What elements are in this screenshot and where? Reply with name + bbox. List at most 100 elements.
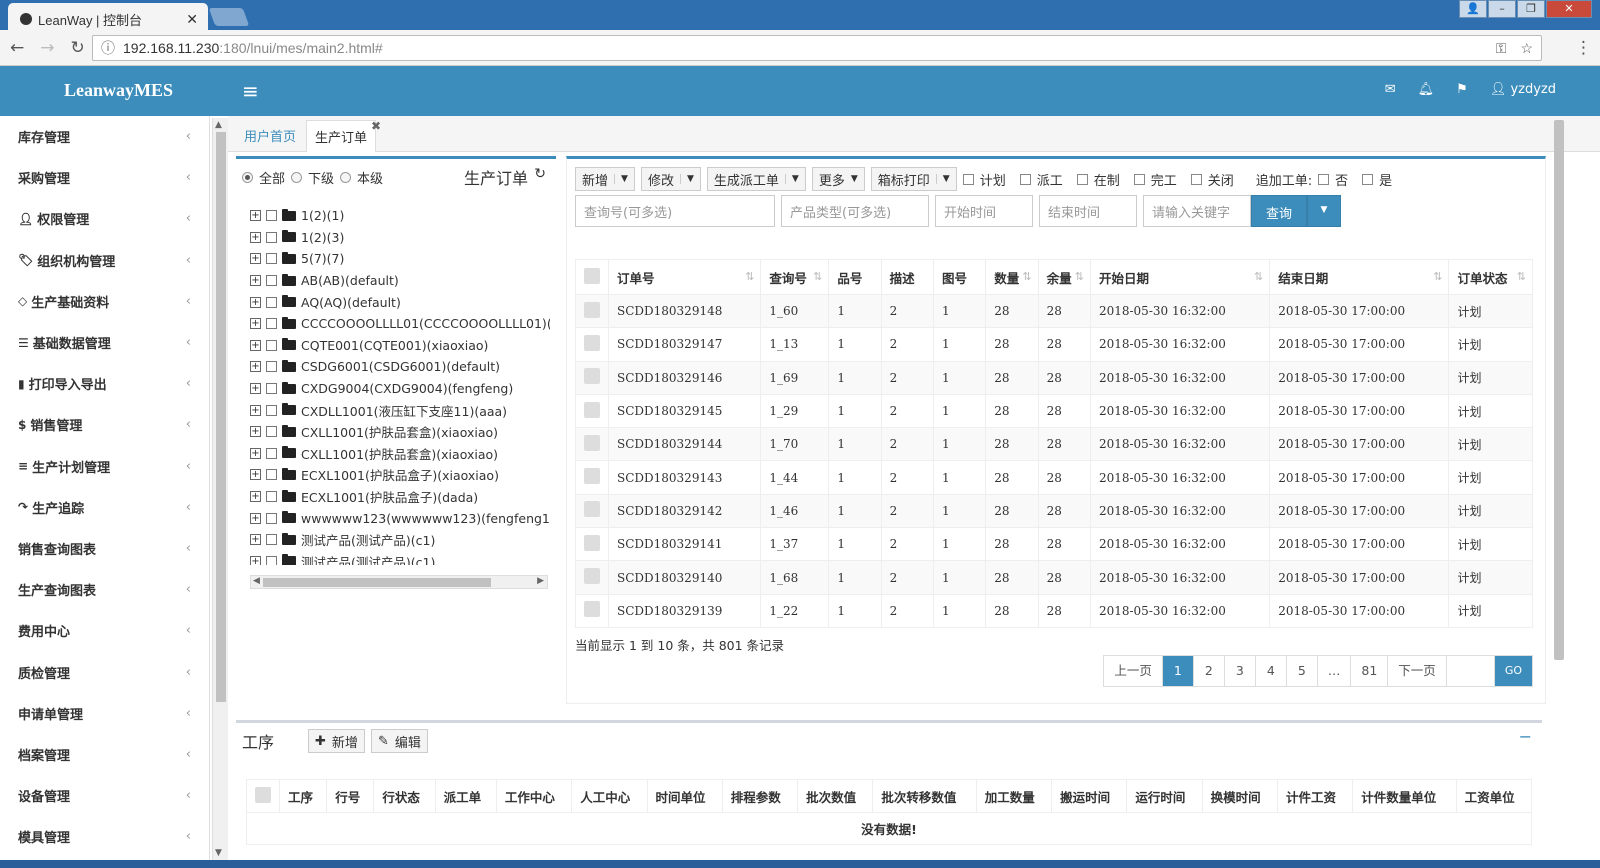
app-logo[interactable]: LeanwayMES <box>64 80 173 101</box>
column-header[interactable]: 人工中心 <box>571 779 648 813</box>
checkbox[interactable] <box>1019 173 1031 185</box>
end-time-input[interactable]: 结束时间 <box>1039 195 1137 227</box>
column-header[interactable]: 工序 <box>278 779 328 813</box>
expand-icon[interactable]: + <box>250 318 261 330</box>
column-header[interactable]: 批次数值 <box>797 779 874 813</box>
table-row[interactable]: SCDD180329142 1_46 1 2 1 28 28 2018-05-30 16:32… <box>575 493 1533 529</box>
column-header[interactable]: 计件工资 <box>1276 779 1354 813</box>
row-select-cell[interactable] <box>575 427 609 462</box>
tree-node[interactable]: + AB(AB)(default) <box>250 270 550 292</box>
sidebar-item[interactable]: 设备管理 ‹ <box>0 775 209 816</box>
checkbox[interactable] <box>1133 173 1145 185</box>
tree-node[interactable]: + 测试产品(测试产品)(c1) <box>250 551 550 565</box>
tree-checkbox[interactable] <box>266 318 277 330</box>
page-jump-input[interactable] <box>1447 656 1495 686</box>
append-no[interactable]: 否 <box>1318 170 1348 189</box>
filter-closed[interactable]: 关闭 <box>1190 170 1234 189</box>
column-header[interactable]: 派工单 <box>434 779 497 813</box>
column-header[interactable]: 计件数量单位 <box>1352 779 1457 813</box>
keyword-input[interactable]: 请输入关键字 <box>1143 195 1251 227</box>
tree-node[interactable]: +1(2)(1) <box>250 205 550 227</box>
checkbox[interactable] <box>584 468 600 485</box>
checkbox[interactable] <box>584 534 600 551</box>
tree-node[interactable]: + CSDG6001(CSDG6001)(default) <box>250 356 550 378</box>
caret-down-icon[interactable]: ▼ <box>679 174 694 184</box>
tab-orders[interactable]: 生产订单 ✖ <box>306 119 381 152</box>
tree-node[interactable]: + CXDLL1001(液压缸下支座11)(aaa) <box>250 399 550 421</box>
tree-node[interactable]: +5(7)(7) <box>250 248 550 270</box>
table-row[interactable]: SCDD180329141 1_37 1 2 1 28 28 2018-05-30 16:32… <box>575 527 1533 562</box>
row-select-cell[interactable] <box>575 327 609 362</box>
hamburger-icon[interactable]: ≡ <box>242 79 259 103</box>
radio-sub[interactable] <box>291 171 303 183</box>
tree-node[interactable]: + CXLL1001(护肤品套盒)(xiaoxiao) <box>250 443 550 465</box>
sort-icon[interactable]: ⇅ <box>745 270 754 283</box>
page-button[interactable]: 81 <box>1351 656 1389 686</box>
table-row[interactable]: SCDD180329140 1_68 1 2 1 28 28 2018-05-30 16:32… <box>575 560 1533 595</box>
tree-checkbox[interactable] <box>266 296 277 308</box>
expand-icon[interactable]: + <box>250 383 261 395</box>
start-time-input[interactable]: 开始时间 <box>935 195 1033 227</box>
back-icon[interactable]: ← <box>10 38 24 58</box>
minimize-icon[interactable]: – <box>1488 0 1516 18</box>
sidebar-item[interactable]: $ 销售管理 ‹ <box>0 404 209 445</box>
expand-icon[interactable]: + <box>250 231 261 243</box>
sidebar-item[interactable]: 👤︎ 权限管理 ‹ <box>0 198 209 239</box>
sidebar-item[interactable]: 费用中心 ‹ <box>0 610 209 651</box>
process-edit-button[interactable]: ✎ 编辑 <box>370 729 428 753</box>
column-header[interactable]: 时间单位 <box>646 779 723 813</box>
table-row[interactable]: SCDD180329143 1_44 1 2 1 28 28 2018-05-30 16:32… <box>575 460 1533 495</box>
table-row[interactable]: SCDD180329139 1_22 1 2 1 28 28 2018-05-30 16:32… <box>575 593 1533 628</box>
process-add-button[interactable]: ✚ 新增 <box>308 729 365 753</box>
expand-icon[interactable]: + <box>250 210 261 222</box>
filter-dispatch[interactable]: 派工 <box>1019 170 1063 189</box>
filter-making[interactable]: 在制 <box>1076 170 1120 189</box>
table-row[interactable]: SCDD180329147 1_13 1 2 1 28 28 2018-05-30 16:32… <box>575 327 1533 362</box>
tree-node[interactable]: + CXLL1001(护肤品套盒)(xiaoxiao) <box>250 421 550 443</box>
tree-node[interactable]: + AQ(AQ)(default) <box>250 291 550 313</box>
column-header[interactable]: 订单状态 ⇅ <box>1448 259 1533 295</box>
sidebar-item[interactable]: 库存管理 ‹ <box>0 116 209 157</box>
checkbox[interactable] <box>584 434 600 451</box>
column-header[interactable]: 品号 <box>828 259 882 295</box>
expand-icon[interactable]: + <box>250 339 261 351</box>
scroll-thumb[interactable] <box>216 132 226 702</box>
sort-icon[interactable]: ⇅ <box>1517 270 1526 283</box>
checkbox[interactable] <box>584 334 600 351</box>
new-tab-button[interactable] <box>208 8 250 26</box>
tree-node[interactable]: + CCCCOOOOLLLL01(CCCCOOOOLLLL01)(: <box>250 313 550 335</box>
expand-icon[interactable]: + <box>250 426 261 438</box>
expand-icon[interactable]: + <box>250 534 261 546</box>
select-all-checkbox[interactable] <box>246 779 280 813</box>
checkbox[interactable] <box>1190 173 1202 185</box>
maximize-icon[interactable]: ❐ <box>1517 0 1545 18</box>
caret-down-icon[interactable]: ▼ <box>784 174 799 184</box>
checkbox[interactable] <box>1318 173 1330 185</box>
checkbox[interactable] <box>584 368 600 385</box>
expand-icon[interactable]: + <box>250 555 261 565</box>
bell-icon[interactable]: 🔔︎ <box>1418 82 1435 97</box>
tree-checkbox[interactable] <box>266 210 277 222</box>
caret-down-icon[interactable]: ▼ <box>614 174 628 184</box>
user-icon[interactable]: 👤 <box>1459 0 1487 18</box>
caret-down-icon[interactable]: ▼ <box>935 174 950 184</box>
checkbox[interactable] <box>255 786 271 803</box>
flag-icon[interactable]: ⚑ <box>1456 82 1468 97</box>
filter-done[interactable]: 完工 <box>1133 170 1177 189</box>
mail-icon[interactable]: ✉ <box>1385 82 1396 97</box>
sort-icon[interactable]: ⇅ <box>1254 270 1263 283</box>
row-select-cell[interactable] <box>575 560 609 595</box>
tree-node[interactable]: + CXDG9004(CXDG9004)(fengfeng) <box>250 378 550 400</box>
tree-checkbox[interactable] <box>266 361 277 373</box>
expand-icon[interactable]: + <box>250 275 261 287</box>
column-header[interactable]: 排程参数 <box>721 779 799 813</box>
add-button[interactable]: 新增 ▼ <box>575 167 635 191</box>
checkbox[interactable] <box>584 601 600 618</box>
sidebar-item[interactable]: 模具管理 ‹ <box>0 816 209 857</box>
browser-menu-icon[interactable]: ⋮ <box>1575 38 1592 58</box>
row-select-cell[interactable] <box>575 527 609 562</box>
more-button[interactable]: 更多 ▼ <box>811 167 865 191</box>
column-header[interactable]: 查询号 ⇅ <box>760 259 830 295</box>
tree-checkbox[interactable] <box>266 426 277 438</box>
table-row[interactable]: SCDD180329148 1_60 1 2 1 28 28 2018-05-30 16:32… <box>575 293 1533 329</box>
